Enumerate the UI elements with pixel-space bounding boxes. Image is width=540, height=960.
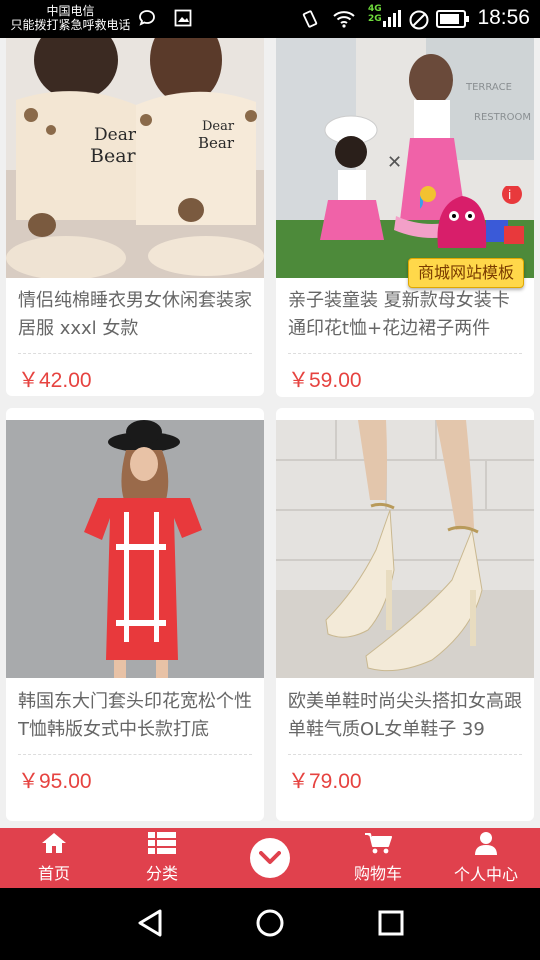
svg-text:Bear: Bear <box>198 134 235 152</box>
home-icon <box>41 832 67 858</box>
carrier-info: 中国电信 只能拨打紧急呼救电话 <box>8 4 133 32</box>
nav-cart-label: 购物车 <box>353 864 402 883</box>
network-type: 4G 2G <box>368 4 382 24</box>
nav-category[interactable]: 分类 <box>108 828 216 888</box>
product-title[interactable]: 情侣纯棉睡衣男女休闲套装家居服 xxxl 女款 <box>18 287 256 345</box>
network-2g: 2G <box>368 14 382 24</box>
product-card[interactable]: Dear Bear Dear Bear 情侣纯棉睡衣男女休闲套装家居服 xxxl… <box>6 38 264 396</box>
signal-icon <box>382 9 404 33</box>
svg-text:Dear: Dear <box>202 119 235 134</box>
product-card[interactable]: 欧美单鞋时尚尖头搭扣女高跟单鞋气质OL女单鞋子 39 ￥79.00 <box>276 408 534 821</box>
status-bar: 中国电信 只能拨打紧急呼救电话 4G 2G 18:56 <box>0 0 540 38</box>
svg-text:Dear: Dear <box>94 125 137 145</box>
carrier-name: 中国电信 <box>46 4 95 18</box>
promo-banner[interactable]: 商城网站模板 <box>408 258 524 288</box>
bottom-nav: 首页 分类 购物车 个人中心 <box>0 828 540 888</box>
red-tshirt-dress-photo[interactable] <box>6 420 264 678</box>
couple-pajamas-photo[interactable]: Dear Bear Dear Bear <box>6 38 264 278</box>
nav-home-label: 首页 <box>37 864 70 883</box>
chevron-down-icon[interactable] <box>250 838 290 878</box>
nav-home[interactable]: 首页 <box>0 828 108 888</box>
divider <box>18 754 252 755</box>
divider <box>288 353 522 354</box>
nav-cart[interactable]: 购物车 <box>324 828 432 888</box>
svg-text:i: i <box>508 188 511 202</box>
nav-category-label: 分类 <box>145 864 178 883</box>
clock: 18:56 <box>477 6 530 29</box>
divider <box>288 754 522 755</box>
vibrate-icon <box>300 9 320 33</box>
svg-text:Bear: Bear <box>90 145 137 167</box>
beige-high-heels-photo[interactable] <box>276 420 534 678</box>
product-title[interactable]: 欧美单鞋时尚尖头搭扣女高跟单鞋气质OL女单鞋子 39 <box>288 688 526 746</box>
image-icon <box>174 9 192 31</box>
product-price: ￥79.00 <box>288 770 362 793</box>
svg-text:TERRACE: TERRACE <box>465 82 512 93</box>
user-icon <box>474 831 498 859</box>
promo-close-icon[interactable]: ✕ <box>387 152 402 173</box>
product-title[interactable]: 韩国东大门套头印花宽松个性T恤韩版女式中长款打底 <box>18 688 256 746</box>
list-icon <box>148 832 176 858</box>
nav-profile[interactable]: 个人中心 <box>432 828 540 888</box>
nav-profile-label: 个人中心 <box>453 865 518 884</box>
battery-icon <box>436 10 470 32</box>
wifi-icon <box>332 9 356 33</box>
recents-icon[interactable] <box>376 908 406 942</box>
network-4g: 4G <box>368 4 382 14</box>
product-price: ￥42.00 <box>18 369 92 392</box>
promo-mascot-icon[interactable]: i <box>405 184 530 264</box>
back-icon[interactable] <box>136 908 166 942</box>
product-title[interactable]: 亲子装童装 夏新款母女装卡通印花t恤+花边裙子两件 <box>288 287 526 345</box>
home-circle-icon[interactable] <box>255 908 285 942</box>
cart-icon <box>364 832 392 858</box>
divider <box>18 353 252 354</box>
product-card[interactable]: 韩国东大门套头印花宽松个性T恤韩版女式中长款打底 ￥95.00 <box>6 408 264 821</box>
product-grid: Dear Bear Dear Bear 情侣纯棉睡衣男女休闲套装家居服 xxxl… <box>0 38 540 828</box>
product-price: ￥59.00 <box>288 369 362 392</box>
carrier-note: 只能拨打紧急呼救电话 <box>10 18 131 32</box>
svg-text:RESTROOM: RESTROOM <box>474 112 531 123</box>
no-sim-icon <box>408 9 430 35</box>
nav-expand[interactable] <box>216 828 324 888</box>
message-icon <box>138 9 156 31</box>
product-price: ￥95.00 <box>18 770 92 793</box>
system-nav-bar <box>0 888 540 960</box>
